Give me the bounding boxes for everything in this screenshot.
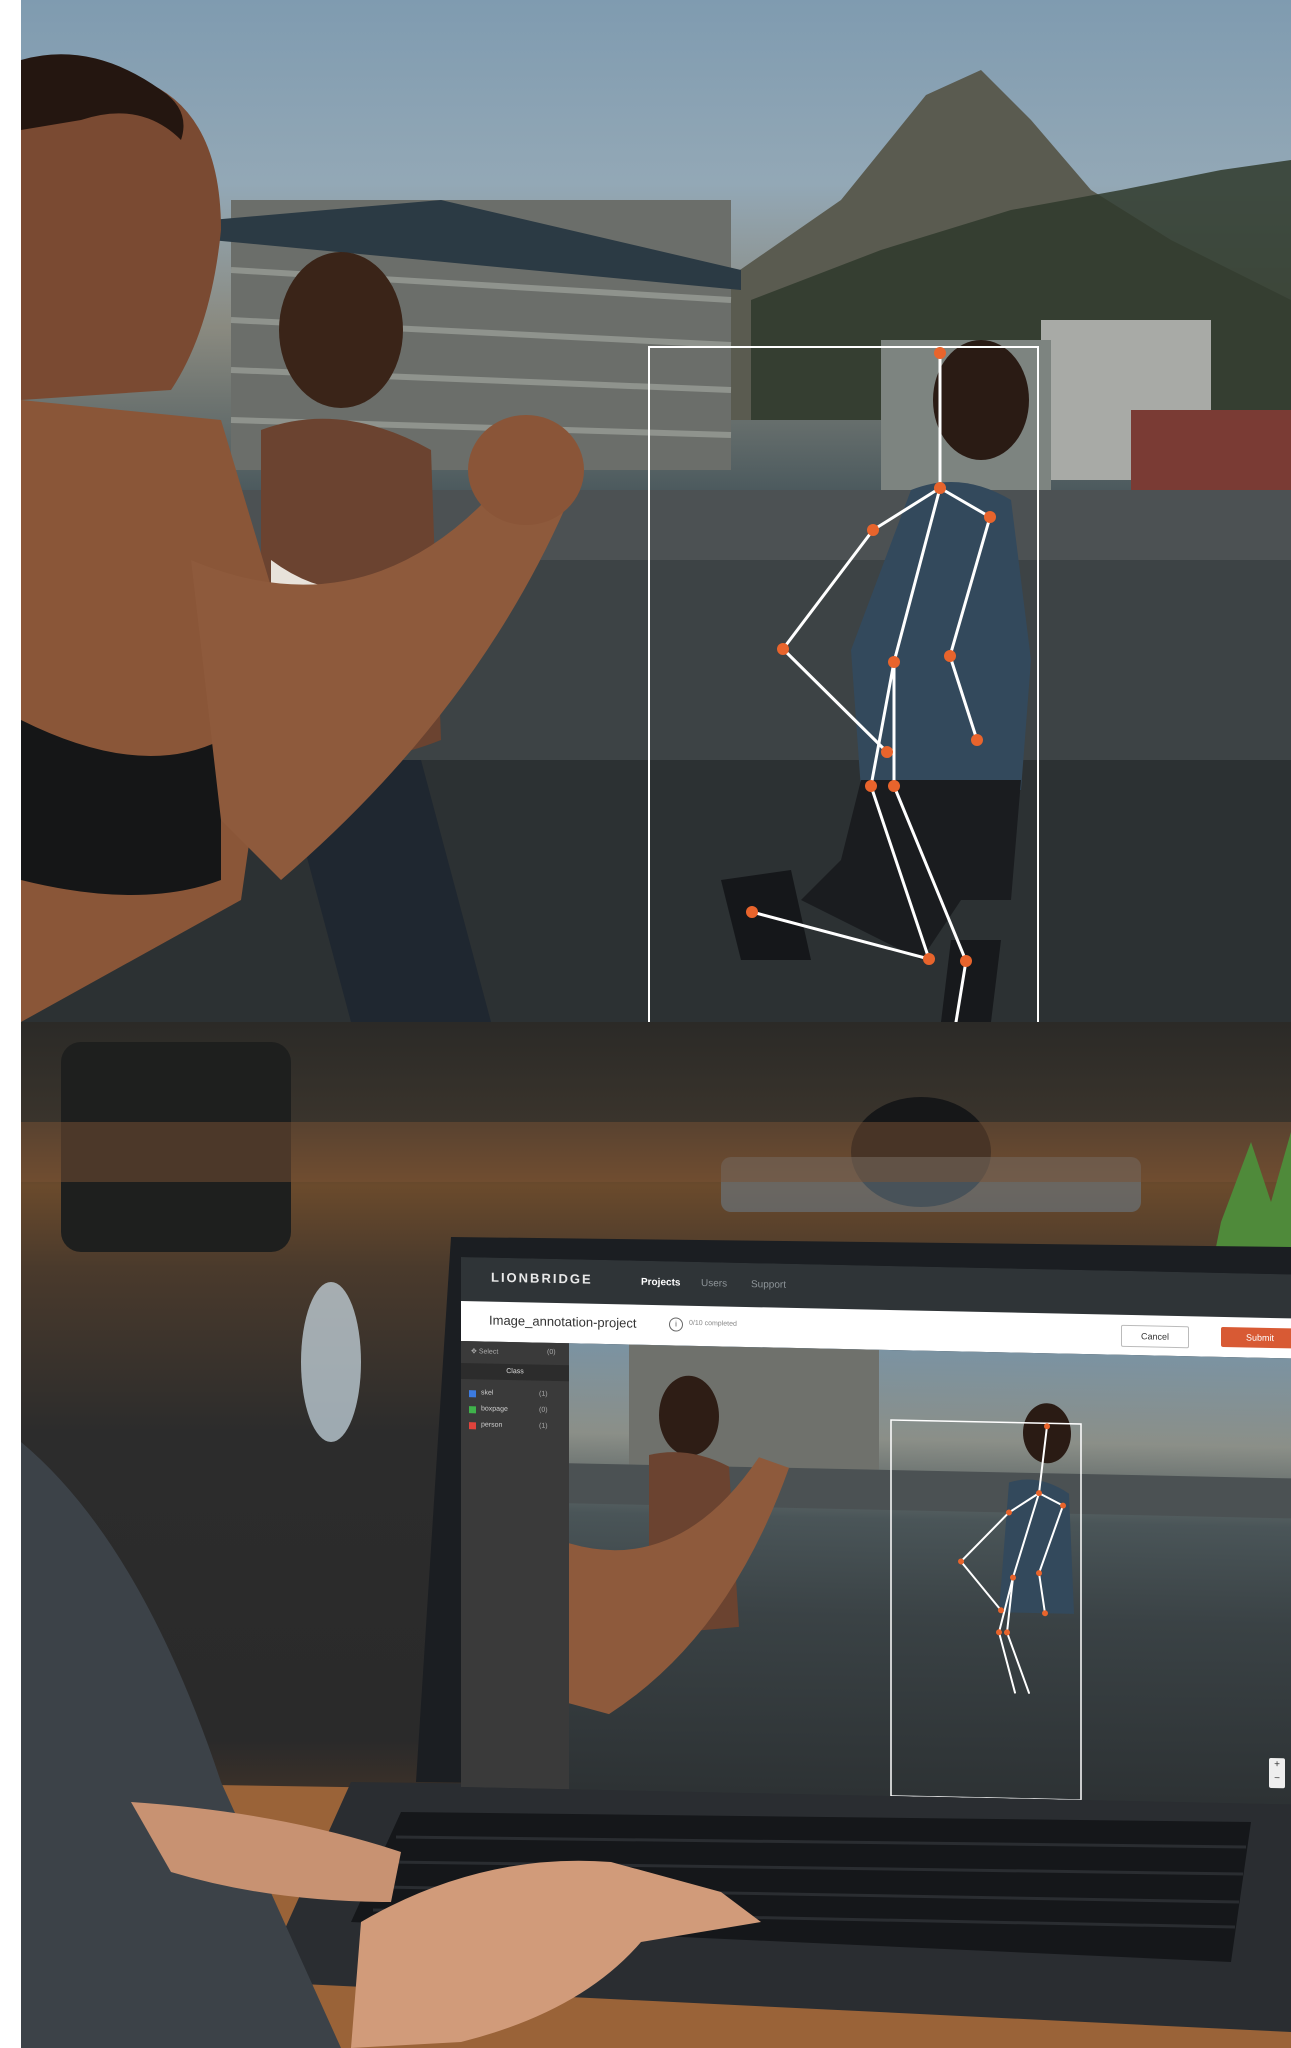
keypoint-torso xyxy=(888,656,900,668)
keypoint-knee xyxy=(960,955,972,967)
select-count: (0) xyxy=(547,1348,556,1356)
class-swatch xyxy=(469,1422,476,1430)
keypoint-elbow xyxy=(944,650,956,662)
select-tool[interactable]: ✥ Select xyxy=(471,1347,498,1356)
class-item-boxpage[interactable]: boxpage (0) xyxy=(469,1403,565,1419)
person-sleeve xyxy=(21,1442,341,2048)
keypoint-knee xyxy=(923,953,935,965)
class-swatch xyxy=(469,1390,476,1398)
class-sidebar: ✥ Select (0) Class skel (1) boxpage (0) … xyxy=(461,1341,569,1790)
annotation-canvas[interactable]: + − xyxy=(569,1343,1291,1805)
class-name: boxpage xyxy=(481,1405,508,1413)
class-header: Class xyxy=(461,1363,569,1382)
pose-annotation-photo xyxy=(21,0,1291,1022)
class-swatch xyxy=(469,1406,476,1414)
info-icon[interactable]: i xyxy=(669,1317,683,1332)
keypoint-ankle xyxy=(746,906,758,918)
keypoint-hip xyxy=(865,780,877,792)
class-name: skel xyxy=(481,1389,494,1397)
zoom-control[interactable]: + − xyxy=(1269,1757,1285,1789)
keypoint-wrist xyxy=(881,746,893,758)
canvas-image xyxy=(569,1344,1291,1801)
annotation-app: LIONBRIDGE Projects Users Support Image_… xyxy=(461,1257,1291,1805)
keypoint-elbow xyxy=(777,643,789,655)
class-count: (0) xyxy=(539,1406,548,1414)
keypoint-hip xyxy=(888,780,900,792)
cancel-button[interactable]: Cancel xyxy=(1121,1324,1189,1349)
city-building-red xyxy=(1131,410,1291,490)
select-label: Select xyxy=(478,1348,499,1356)
class-count: (1) xyxy=(539,1390,548,1398)
class-count: (1) xyxy=(539,1422,548,1430)
blurred-table xyxy=(21,1122,1291,1182)
keypoint-neck xyxy=(934,482,946,494)
blurred-light xyxy=(301,1282,361,1442)
tab-users[interactable]: Users xyxy=(701,1278,727,1290)
photo-scene xyxy=(21,54,1291,1022)
zoom-out-button[interactable]: − xyxy=(1269,1772,1285,1786)
progress-status: 0/10 completed xyxy=(689,1319,737,1328)
class-item-person[interactable]: person (1) xyxy=(469,1419,565,1435)
class-name: person xyxy=(481,1421,503,1429)
keypoint-wrist xyxy=(971,734,983,746)
tab-projects[interactable]: Projects xyxy=(641,1277,680,1289)
app-logo: LIONBRIDGE xyxy=(491,1269,593,1287)
submit-button[interactable]: Submit xyxy=(1221,1326,1291,1349)
project-title: Image_annotation-project xyxy=(489,1312,637,1331)
keypoint-shoulder xyxy=(867,524,879,536)
keypoint-head xyxy=(934,347,946,359)
zoom-in-button[interactable]: + xyxy=(1269,1758,1285,1772)
class-item-skel[interactable]: skel (1) xyxy=(469,1387,565,1403)
tab-support[interactable]: Support xyxy=(751,1279,786,1291)
laptop-photo: LIONBRIDGE Projects Users Support Image_… xyxy=(21,1022,1291,2048)
keypoint-shoulder xyxy=(984,511,996,523)
